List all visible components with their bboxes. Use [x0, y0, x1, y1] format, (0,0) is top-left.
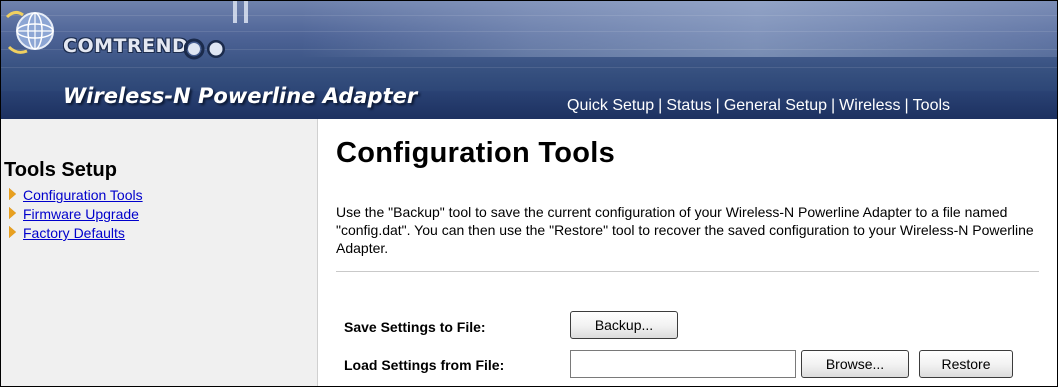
- nav-tools[interactable]: Tools: [913, 97, 950, 114]
- header-decoration: [233, 1, 237, 23]
- nav-quick-setup[interactable]: Quick Setup: [567, 97, 654, 114]
- nav-separator: |: [831, 97, 836, 114]
- nav-separator: |: [658, 97, 663, 114]
- sidebar-link-firmware-upgrade[interactable]: Firmware Upgrade: [23, 206, 139, 222]
- brand-dots-icon: [184, 38, 225, 60]
- sidebar-item-firmware-upgrade[interactable]: Firmware Upgrade: [9, 206, 139, 222]
- browse-button[interactable]: Browse...: [801, 350, 909, 378]
- load-settings-label: Load Settings from File:: [344, 357, 505, 373]
- nav-general-setup[interactable]: General Setup: [724, 97, 827, 114]
- header-banner: COMTREND Wireless-N Powerline Adapter Qu…: [1, 1, 1057, 119]
- page-title: Configuration Tools: [336, 137, 616, 169]
- brand-logo-text: COMTREND: [63, 35, 189, 57]
- header-decoration: [244, 1, 248, 23]
- bullet-arrow-icon: [9, 226, 16, 238]
- app-frame: COMTREND Wireless-N Powerline Adapter Qu…: [0, 0, 1058, 387]
- bullet-arrow-icon: [9, 207, 16, 219]
- sidebar-item-factory-defaults[interactable]: Factory Defaults: [9, 225, 125, 241]
- sidebar: Tools Setup Configuration Tools Firmware…: [1, 119, 318, 386]
- save-settings-label: Save Settings to File:: [344, 319, 486, 335]
- backup-button[interactable]: Backup...: [570, 311, 678, 339]
- section-divider: [336, 271, 1039, 272]
- sidebar-item-configuration-tools[interactable]: Configuration Tools: [9, 187, 143, 203]
- top-navigation: Quick Setup | Status | General Setup | Wireles…: [567, 97, 950, 115]
- sidebar-link-configuration-tools[interactable]: Configuration Tools: [23, 187, 143, 203]
- nav-wireless[interactable]: Wireless: [839, 97, 900, 114]
- nav-separator: |: [904, 97, 909, 114]
- bullet-arrow-icon: [9, 188, 16, 200]
- page-description: Use the "Backup" tool to save the curren…: [336, 204, 1034, 256]
- nav-separator: |: [715, 97, 720, 114]
- comtrend-emblem-icon: [5, 10, 54, 54]
- restore-button[interactable]: Restore: [919, 350, 1013, 378]
- sidebar-link-factory-defaults[interactable]: Factory Defaults: [23, 225, 125, 241]
- main-content: Configuration Tools Use the "Backup" too…: [318, 119, 1057, 386]
- file-path-input[interactable]: [570, 350, 796, 378]
- product-title: Wireless-N Powerline Adapter: [63, 84, 418, 108]
- sidebar-title: Tools Setup: [4, 159, 117, 181]
- nav-status[interactable]: Status: [666, 97, 711, 114]
